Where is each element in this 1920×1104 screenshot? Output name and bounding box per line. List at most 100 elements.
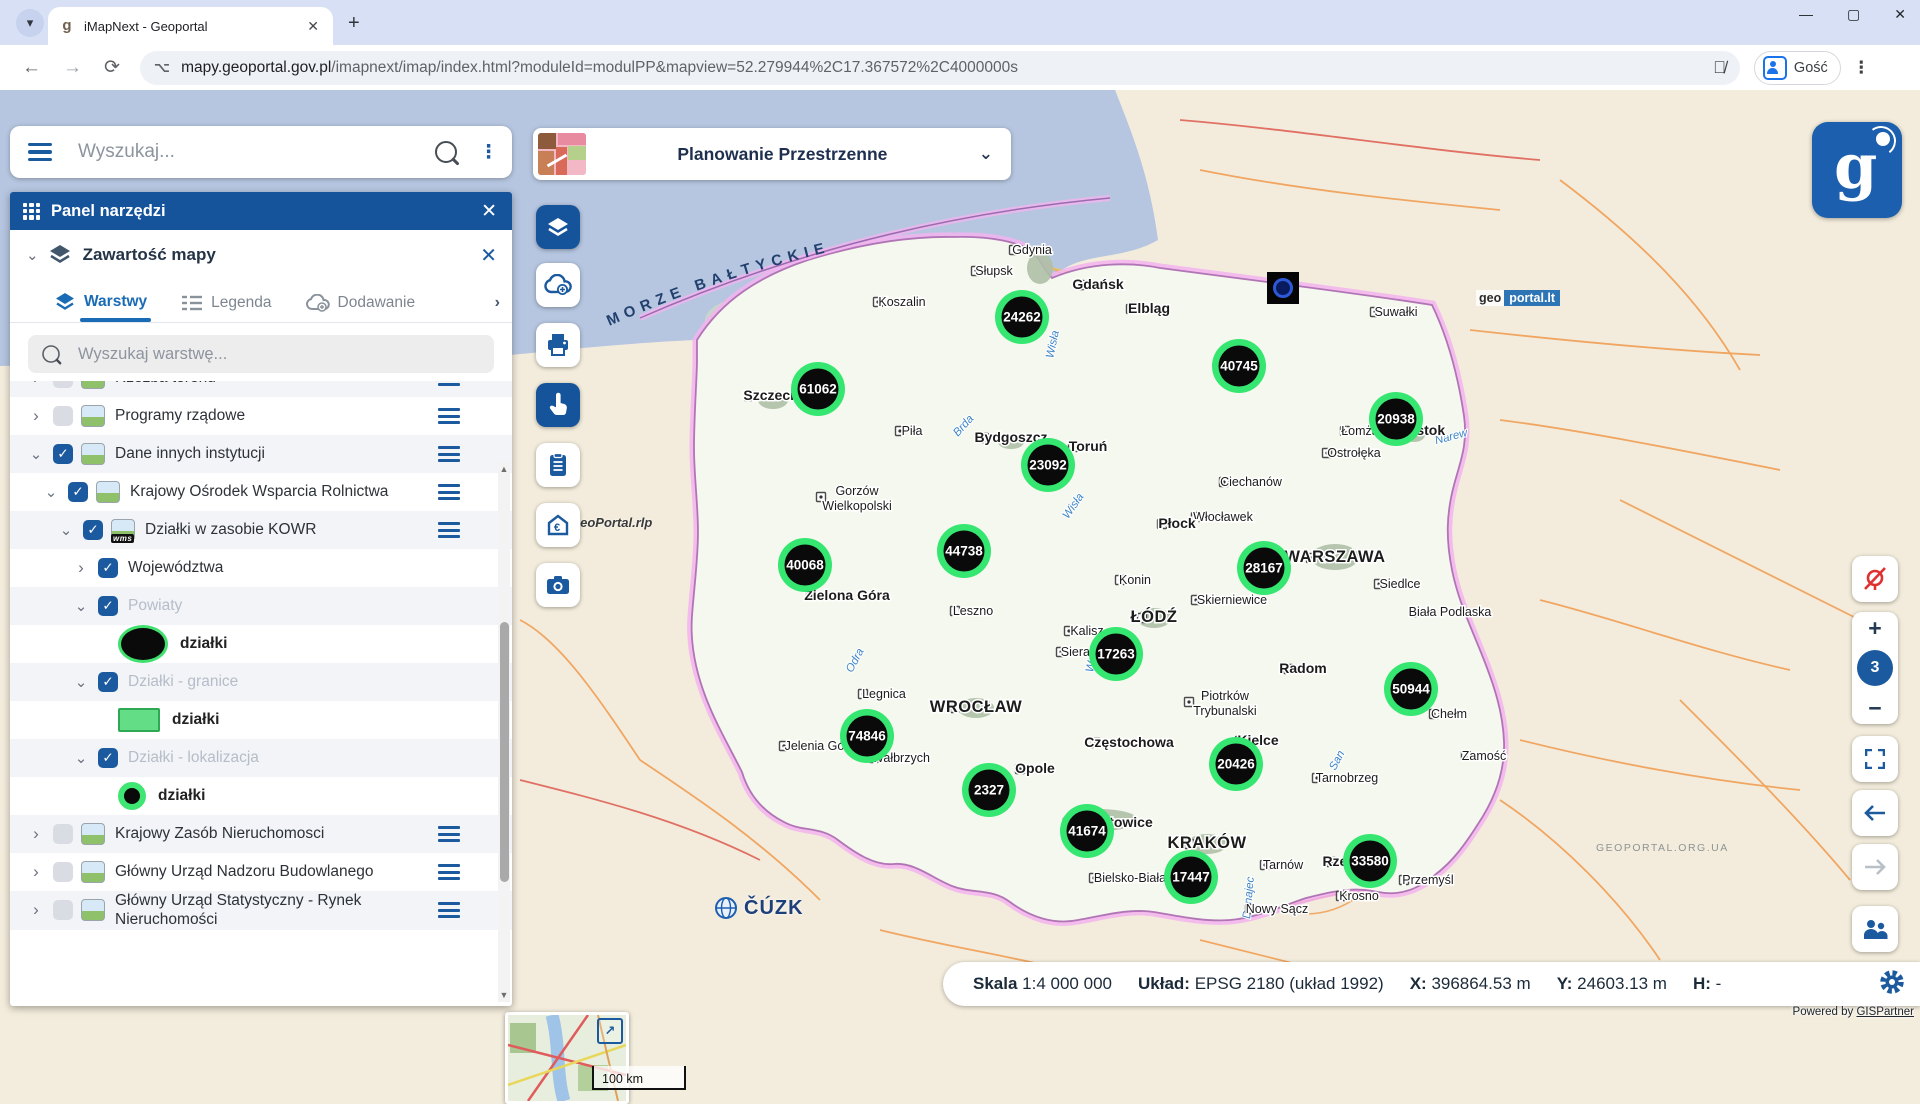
scroll-up-icon[interactable]: ▲ xyxy=(498,464,510,474)
browser-tab[interactable]: g iMapNext - Geoportal ✕ xyxy=(48,7,333,45)
layer-row[interactable]: ⌄✓Powiaty xyxy=(10,587,512,625)
chevron-down-icon[interactable]: ⌄ xyxy=(26,246,39,264)
toolbar-print-button[interactable] xyxy=(536,323,580,367)
cluster-marker[interactable]: 50944 xyxy=(1384,662,1438,716)
layer-search-bar[interactable]: Wyszukaj warstwę... xyxy=(28,335,494,373)
layer-checkbox[interactable]: ✓ xyxy=(98,672,118,692)
previous-view-button[interactable] xyxy=(1852,790,1898,836)
gispartner-link[interactable]: GISPartner xyxy=(1856,1006,1914,1018)
layer-row[interactable]: ›Programy rządowe xyxy=(10,397,512,435)
layer-menu-icon[interactable] xyxy=(438,864,460,880)
layer-menu-icon[interactable] xyxy=(438,381,460,386)
legend-item[interactable]: działki xyxy=(10,701,512,739)
layer-menu-icon[interactable] xyxy=(438,484,460,500)
new-tab-button[interactable]: + xyxy=(348,12,360,35)
cluster-marker[interactable]: 20938 xyxy=(1369,392,1423,446)
chevron-right-icon[interactable]: › xyxy=(28,381,44,388)
url-text[interactable]: mapy.geoportal.gov.pl/imapnext/imap/inde… xyxy=(181,59,1713,77)
layer-menu-icon[interactable] xyxy=(438,826,460,842)
maximize-icon[interactable]: ▢ xyxy=(1847,6,1860,23)
layer-row[interactable]: ›Rzeźba terenu xyxy=(10,381,512,397)
profile-button[interactable]: Gość xyxy=(1754,51,1841,85)
toolbar-screenshot-button[interactable] xyxy=(536,563,580,607)
tab-search-chevron-icon[interactable]: ▾ xyxy=(16,9,44,37)
reload-icon[interactable]: ⟳ xyxy=(104,56,120,79)
zoom-out-button[interactable]: − xyxy=(1868,698,1881,718)
zoom-in-button[interactable]: + xyxy=(1868,618,1881,638)
layer-checkbox[interactable]: ✓ xyxy=(98,596,118,616)
layer-checkbox[interactable] xyxy=(53,824,73,844)
chevron-right-icon[interactable]: › xyxy=(28,862,44,882)
layer-menu-icon[interactable] xyxy=(438,408,460,424)
global-search-bar[interactable]: Wyszukaj... ⋮ xyxy=(10,126,512,178)
toolbar-property-value-button[interactable]: € xyxy=(536,503,580,547)
legend-item[interactable]: działki xyxy=(10,777,512,815)
layer-checkbox[interactable]: ✓ xyxy=(53,444,73,464)
layer-checkbox[interactable]: ✓ xyxy=(98,748,118,768)
accessibility-button[interactable] xyxy=(1852,906,1898,952)
layer-search-input[interactable]: Wyszukaj warstwę... xyxy=(78,345,227,364)
chevron-down-icon[interactable]: ⌄ xyxy=(73,597,89,615)
search-input[interactable]: Wyszukaj... xyxy=(78,141,435,163)
cluster-marker[interactable]: 44738 xyxy=(937,524,991,578)
chevron-right-icon[interactable]: › xyxy=(28,824,44,844)
layer-row[interactable]: ›Główny Urząd Statystyczny - Rynek Nieru… xyxy=(10,891,512,930)
legend-item[interactable]: działki xyxy=(10,625,512,663)
chevron-down-icon[interactable]: ⌄ xyxy=(28,445,44,463)
layer-checkbox[interactable] xyxy=(53,406,73,426)
layer-menu-icon[interactable] xyxy=(438,902,460,918)
cluster-marker[interactable]: 17447 xyxy=(1164,850,1218,904)
minimap-expand-icon[interactable]: ↗ xyxy=(597,1018,623,1044)
layer-checkbox[interactable]: ✓ xyxy=(83,520,103,540)
tracking-protection-icon[interactable]: 👁̸ xyxy=(1713,58,1726,78)
search-icon[interactable] xyxy=(435,141,457,163)
back-icon[interactable]: ← xyxy=(22,57,41,79)
site-info-icon[interactable]: ⌥ xyxy=(154,59,171,76)
geoportal-logo[interactable]: g xyxy=(1812,122,1902,218)
tab-warstwy[interactable]: Warstwy xyxy=(54,292,147,322)
tree-scrollbar[interactable]: ▲ ▼ xyxy=(498,462,510,1002)
close-icon[interactable]: ✕ xyxy=(1894,6,1906,23)
cluster-marker[interactable]: 40068 xyxy=(778,538,832,592)
toolbar-layers-button[interactable] xyxy=(536,205,580,249)
toolbar-select-button[interactable] xyxy=(536,383,580,427)
forward-icon[interactable]: → xyxy=(63,57,82,79)
layer-checkbox[interactable] xyxy=(53,862,73,882)
chevron-right-icon[interactable]: › xyxy=(28,406,44,426)
layer-row[interactable]: ⌄✓wmsDziałki w zasobie KOWR xyxy=(10,511,512,549)
chevron-down-icon[interactable]: ⌄ xyxy=(43,483,59,501)
section-close-icon[interactable]: ✕ xyxy=(480,243,497,268)
cluster-marker[interactable]: 2327 xyxy=(962,763,1016,817)
cluster-marker[interactable]: 17263 xyxy=(1089,627,1143,681)
cluster-marker[interactable]: 28167 xyxy=(1237,541,1291,595)
chevron-right-icon[interactable]: › xyxy=(28,900,44,920)
layer-checkbox[interactable] xyxy=(53,381,73,388)
cluster-marker[interactable]: 20426 xyxy=(1209,737,1263,791)
chevron-down-icon[interactable]: ⌄ xyxy=(73,749,89,767)
layer-checkbox[interactable] xyxy=(53,900,73,920)
geolocation-off-button[interactable] xyxy=(1852,556,1898,602)
cluster-marker[interactable]: 41674 xyxy=(1060,804,1114,858)
fullscreen-button[interactable] xyxy=(1852,736,1898,782)
url-bar[interactable]: ⌥ mapy.geoportal.gov.pl/imapnext/imap/in… xyxy=(140,51,1740,85)
overview-minimap[interactable]: ↗ xyxy=(505,1012,629,1104)
search-options-icon[interactable]: ⋮ xyxy=(479,141,498,164)
tab-close-icon[interactable]: ✕ xyxy=(303,18,323,35)
cluster-marker[interactable]: 24262 xyxy=(995,290,1049,344)
browser-menu-icon[interactable]: ⋮ xyxy=(1853,58,1870,78)
layer-row[interactable]: ›Główny Urząd Nadzoru Budowlanego xyxy=(10,853,512,891)
settings-button[interactable] xyxy=(1878,968,1906,1001)
layer-row[interactable]: ⌄✓Dane innych instytucji xyxy=(10,435,512,473)
chevron-down-icon[interactable]: ⌄ xyxy=(73,673,89,691)
cluster-marker[interactable]: 23092 xyxy=(1021,438,1075,492)
layer-row[interactable]: ⌄✓Działki - granice xyxy=(10,663,512,701)
minimize-icon[interactable]: — xyxy=(1799,6,1813,23)
map-content-section[interactable]: ⌄ Zawartość mapy ✕ xyxy=(10,230,512,280)
chevron-right-icon[interactable]: › xyxy=(73,558,89,578)
tabs-overflow-chevron-icon[interactable]: › xyxy=(495,294,500,312)
layer-row[interactable]: ›✓Województwa xyxy=(10,549,512,587)
layer-menu-icon[interactable] xyxy=(438,446,460,462)
layer-row[interactable]: ⌄✓Krajowy Ośrodek Wsparcia Rolnictwa xyxy=(10,473,512,511)
chevron-down-icon[interactable]: ⌄ xyxy=(58,521,74,539)
layer-row[interactable]: ⌄✓Działki - lokalizacja xyxy=(10,739,512,777)
